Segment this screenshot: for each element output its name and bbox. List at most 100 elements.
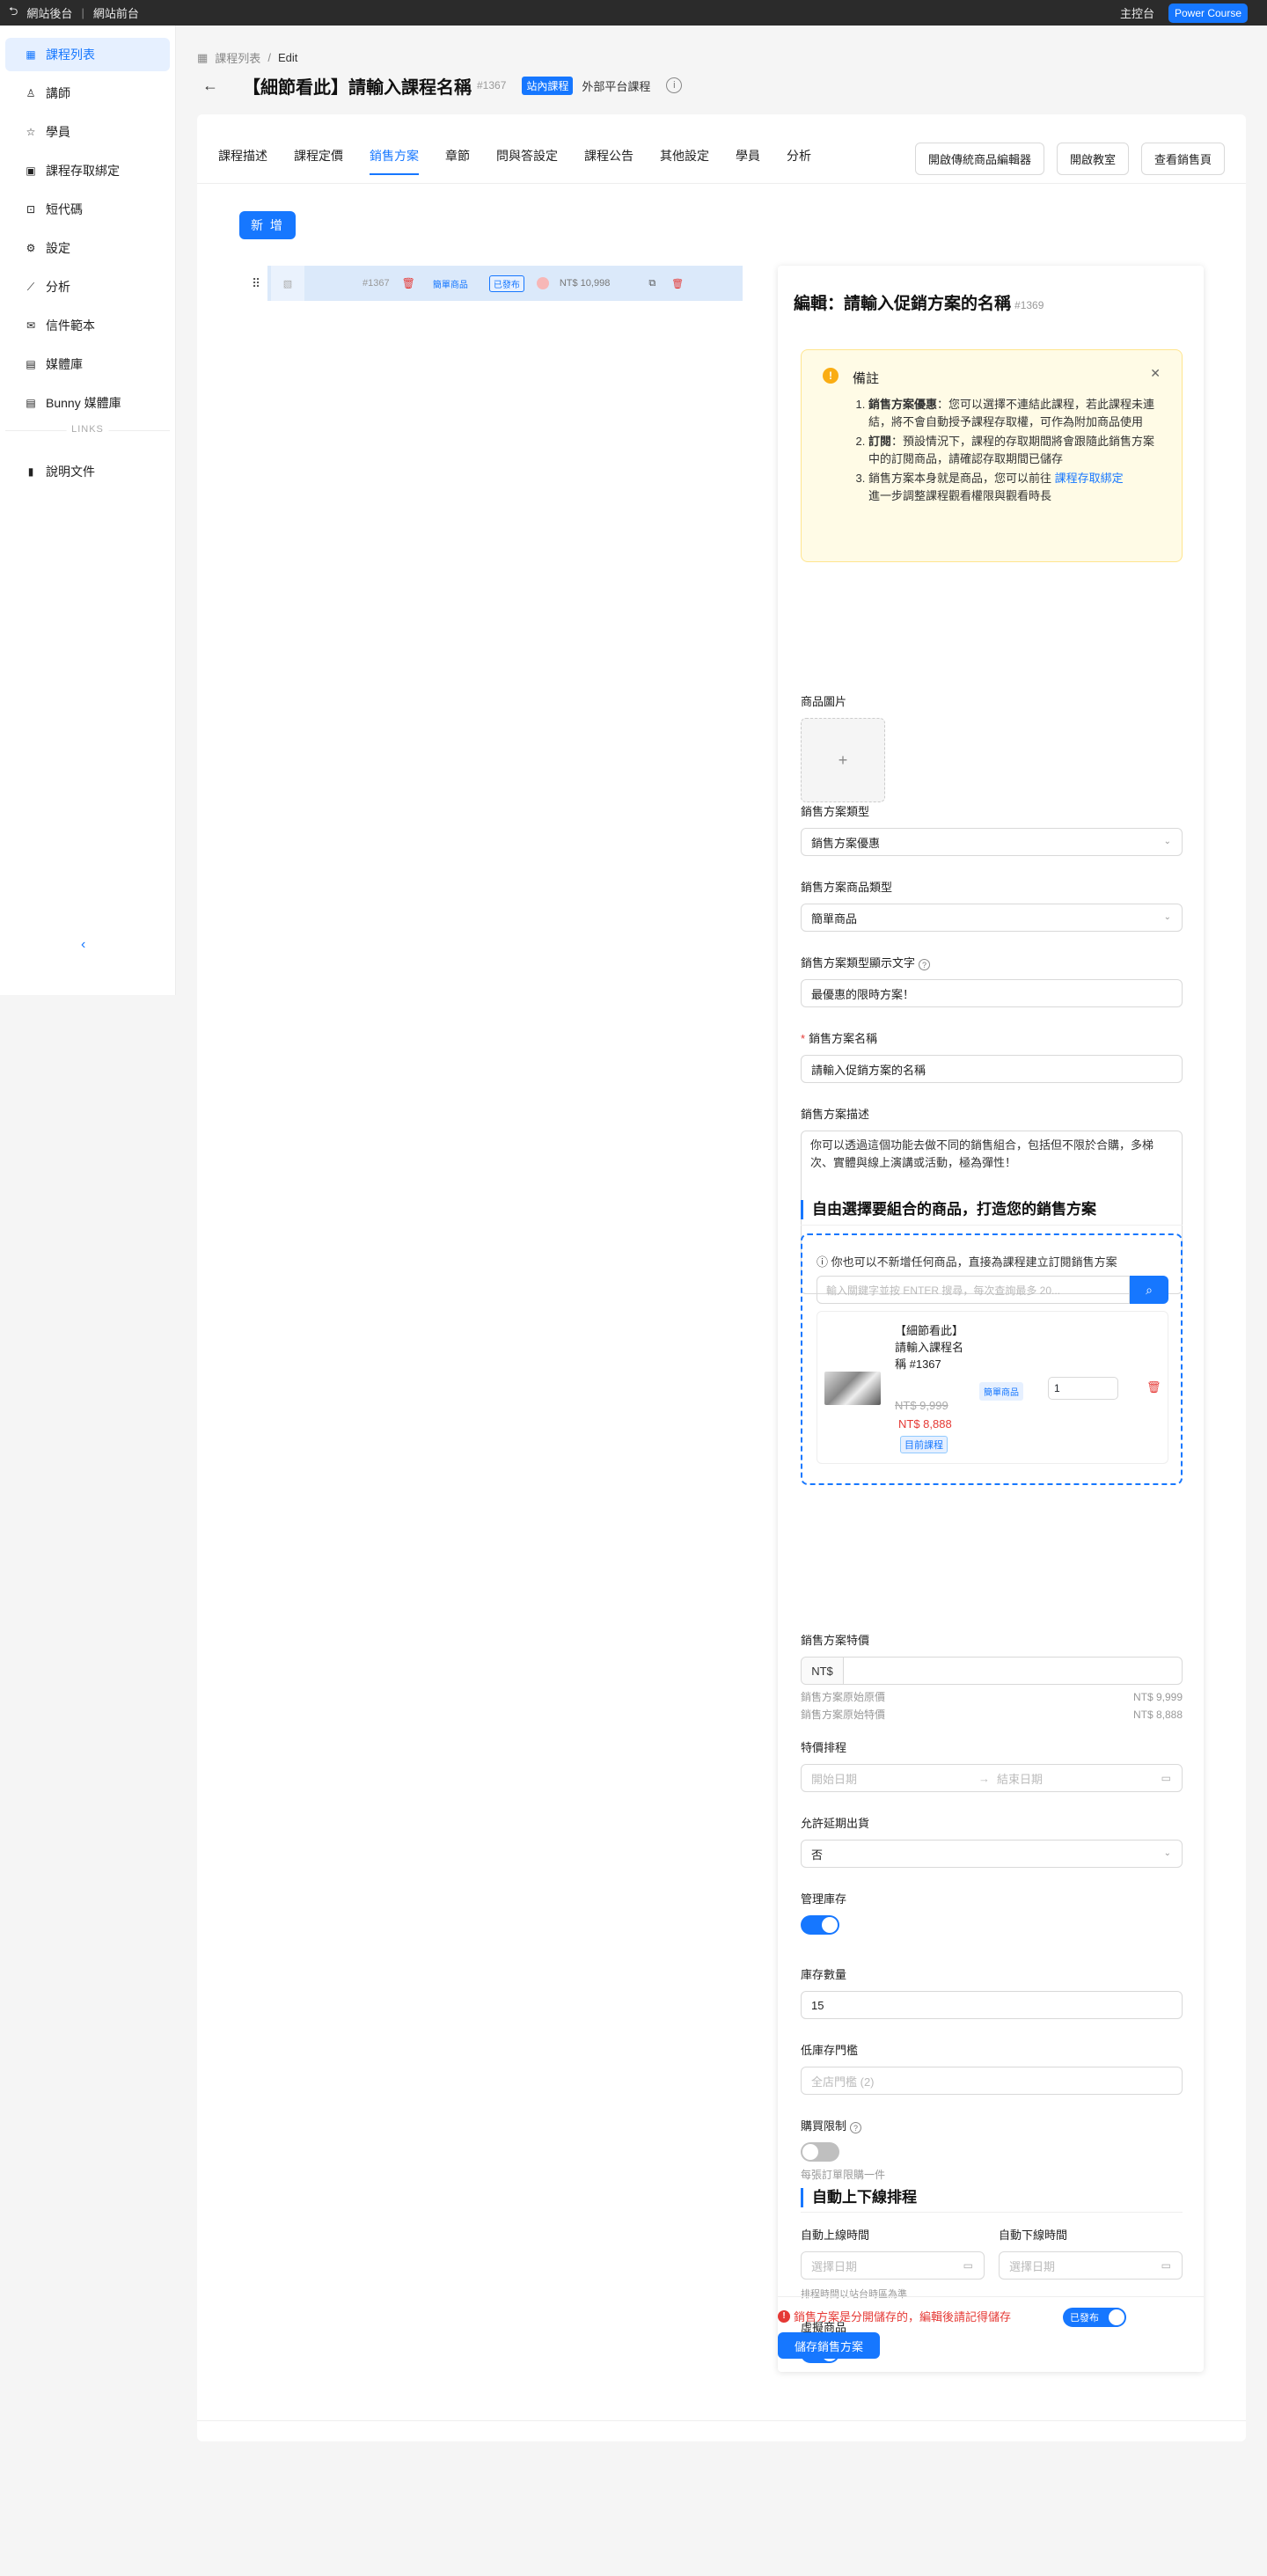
required-mark: *: [801, 1032, 806, 1045]
purchase-limit-hint: 每張訂單限購一件: [801, 2169, 886, 2181]
plan-price: NT$ 10,998: [559, 278, 611, 289]
notice-item: 銷售方案優惠：您可以選擇不連結此課程，若此課程未連結，將不會自動授予課程存取權，…: [868, 396, 1161, 431]
sidebar-item-analytics[interactable]: ⟋ 分析: [5, 270, 170, 304]
save-plan-button[interactable]: 儲存銷售方案: [778, 2332, 880, 2359]
notice-item: 銷售方案本身就是商品，您可以前往 課程存取綁定進一步調整課程觀看權限與觀看時長: [868, 470, 1161, 505]
bundle-heading: 自由選擇要組合的商品，打造您的銷售方案: [801, 1200, 1183, 1219]
auto-on-date-picker[interactable]: 選擇日期 ▭: [801, 2251, 985, 2280]
breadcrumb-courses[interactable]: 課程列表: [215, 49, 260, 66]
auto-off-date-picker[interactable]: 選擇日期 ▭: [999, 2251, 1183, 2280]
tab-chapters[interactable]: 章節: [445, 139, 470, 175]
copy-icon[interactable]: ⧉: [648, 278, 655, 289]
frontend-link[interactable]: 網站前台: [93, 4, 139, 21]
media-icon: ▤: [26, 358, 36, 370]
console-link[interactable]: 主控台: [1120, 4, 1154, 21]
sidebar-item-email-templates[interactable]: ✉ 信件範本: [5, 309, 170, 342]
access-binding-link[interactable]: 課程存取綁定: [1055, 472, 1124, 485]
low-stock-field: 低庫存門檻 全店門檻 (2): [801, 2041, 1183, 2095]
image-field: 商品圖片 +: [801, 692, 1183, 802]
product-type-select[interactable]: 簡單商品 ⌄: [801, 904, 1183, 932]
tab-analytics[interactable]: 分析: [787, 139, 811, 175]
sidebar-item-docs[interactable]: ▮ 說明文件: [5, 455, 170, 488]
breadcrumb-current: Edit: [277, 51, 298, 64]
plan-name-input[interactable]: 請輸入促銷方案的名稱: [801, 1055, 1183, 1083]
tab-announcements[interactable]: 課程公告: [584, 139, 634, 175]
stock-qty-field: 庫存數量 15: [801, 1965, 1183, 2019]
stock-qty-input[interactable]: 15: [801, 1991, 1183, 2019]
chevron-down-icon: ⌄: [1163, 837, 1171, 846]
external-course-tag[interactable]: 外部平台課程: [582, 77, 650, 94]
plan-id: #1367: [363, 278, 390, 289]
arrow-right-icon: →: [978, 1771, 990, 1785]
drag-handle-icon[interactable]: ⠿: [252, 276, 260, 291]
bundle-box: ⓘ 你也可以不新增任何商品，直接為課程建立訂閱銷售方案 輸入關鍵字並按 ENTE…: [801, 1233, 1183, 1485]
main-card: 課程描述 課程定價 銷售方案 章節 問與答設定 課程公告 其他設定 學員 分析 …: [197, 114, 1246, 2441]
plan-type-select[interactable]: 銷售方案優惠 ⌄: [801, 828, 1183, 856]
tab-qa[interactable]: 問與答設定: [496, 139, 558, 175]
manage-stock-toggle[interactable]: [801, 1915, 839, 1935]
close-icon[interactable]: ✕: [1150, 366, 1161, 381]
apps-icon: ▣: [26, 165, 36, 177]
quantity-input[interactable]: 1: [1048, 1377, 1118, 1400]
search-input[interactable]: 輸入關鍵字並按 ENTER 搜尋，每次查詢最多 20...: [817, 1276, 1130, 1304]
divider: [801, 2212, 1183, 2213]
tab-sales-plans[interactable]: 銷售方案: [370, 139, 419, 175]
sidebar-item-access-binding[interactable]: ▣ 課程存取綁定: [5, 154, 170, 187]
bundle-product: 【細節看此】請輸入課程名稱 #1367 NT$ 9,999 NT$ 8,888 …: [817, 1311, 1168, 1464]
trash-icon[interactable]: 🗑: [1146, 1380, 1161, 1394]
view-sales-page-button[interactable]: 查看銷售頁: [1140, 143, 1225, 175]
auto-schedule-heading: 自動上下線排程: [801, 2188, 1183, 2207]
return-icon[interactable]: ⮌: [9, 4, 18, 23]
panel-title: 編輯：請輸入促銷方案的名稱 #1369: [794, 295, 1044, 313]
list-item[interactable]: ⠿ ▧ #1367 🗑 簡單商品 已發布 NT$ 10,998 ⧉ 🗑: [252, 266, 743, 301]
admin-link[interactable]: 網站後台: [26, 4, 72, 21]
display-text-input[interactable]: 最優惠的限時方案！: [801, 979, 1183, 1007]
back-arrow-icon[interactable]: ←: [202, 77, 218, 95]
sidebar-item-bunny-media[interactable]: ▤ Bunny 媒體庫: [5, 386, 170, 420]
internal-course-tag[interactable]: 站內課程: [522, 76, 574, 95]
sidebar-item-shortcode[interactable]: ⊡ 短代碼: [5, 193, 170, 226]
sidebar: ▦ 課程列表 ♙ 講師 ☆ 學員 ▣ 課程存取綁定 ⊡ 短代碼 ⚙ 設定 ⟋ 分析 ✉ 信件範本…: [0, 26, 176, 995]
sidebar-item-courses[interactable]: ▦ 課程列表: [5, 38, 170, 71]
publish-toggle[interactable]: 已發布: [1063, 2308, 1126, 2327]
sale-price-input[interactable]: NT$: [801, 1657, 1183, 1685]
panel-id: #1369: [1014, 299, 1044, 311]
tab-pricing[interactable]: 課程定價: [294, 139, 343, 175]
start-date-input[interactable]: 開始日期: [811, 1770, 978, 1787]
info-icon[interactable]: i: [666, 77, 683, 93]
table-icon: ▦: [197, 50, 209, 64]
tab-bar: 課程描述 課程定價 銷售方案 章節 問與答設定 課程公告 其他設定 學員 分析: [218, 139, 838, 175]
power-course-button[interactable]: Power Course: [1168, 3, 1248, 23]
backorder-select[interactable]: 否 ⌄: [801, 1840, 1183, 1868]
plus-icon: +: [838, 750, 848, 769]
notice-list: 銷售方案優惠：您可以選擇不連結此課程，若此課程未連結，將不會自動授予課程存取權，…: [853, 396, 1161, 507]
tab-description[interactable]: 課程描述: [218, 139, 267, 175]
help-icon[interactable]: ?: [850, 2122, 862, 2133]
sidebar-item-media[interactable]: ▤ 媒體庫: [5, 348, 170, 381]
tab-other-settings[interactable]: 其他設定: [660, 139, 709, 175]
divider: [197, 2420, 1246, 2421]
help-icon[interactable]: ?: [919, 959, 931, 970]
chevron-down-icon: ⌄: [1163, 1848, 1171, 1858]
delete-icon[interactable]: 🗑: [671, 278, 684, 289]
page-header: ← 【細節看此】請輸入課程名稱 #1367 站內課程 外部平台課程 i: [202, 74, 683, 98]
open-classroom-button[interactable]: 開啟教室: [1056, 143, 1129, 175]
image-upload[interactable]: +: [801, 718, 885, 802]
search-icon[interactable]: ⌕: [1130, 1276, 1168, 1304]
user-icon: ♙: [26, 87, 36, 99]
plan-type: 簡單商品: [432, 280, 468, 290]
legacy-editor-button[interactable]: 開啟傳統商品編輯器: [914, 143, 1044, 175]
trash-icon[interactable]: 🗑: [402, 277, 415, 289]
sidebar-item-settings[interactable]: ⚙ 設定: [5, 231, 170, 265]
sidebar-item-teachers[interactable]: ♙ 講師: [5, 77, 170, 110]
collapse-sidebar-icon[interactable]: ‹: [81, 937, 85, 953]
sidebar-item-students[interactable]: ☆ 學員: [5, 115, 170, 149]
add-plan-button[interactable]: 新 增: [239, 211, 296, 239]
save-warning: ! 銷售方案是分開儲存的，編輯後請記得儲存: [778, 2308, 1011, 2324]
schedule-range-picker[interactable]: 開始日期 → 結束日期 ▭: [801, 1764, 1183, 1792]
tab-students[interactable]: 學員: [736, 139, 760, 175]
end-date-input[interactable]: 結束日期: [997, 1770, 1043, 1787]
purchase-limit-toggle[interactable]: [801, 2142, 839, 2162]
plan-type-field: 銷售方案類型 銷售方案優惠 ⌄: [801, 802, 1183, 856]
low-stock-input[interactable]: 全店門檻 (2): [801, 2067, 1183, 2095]
